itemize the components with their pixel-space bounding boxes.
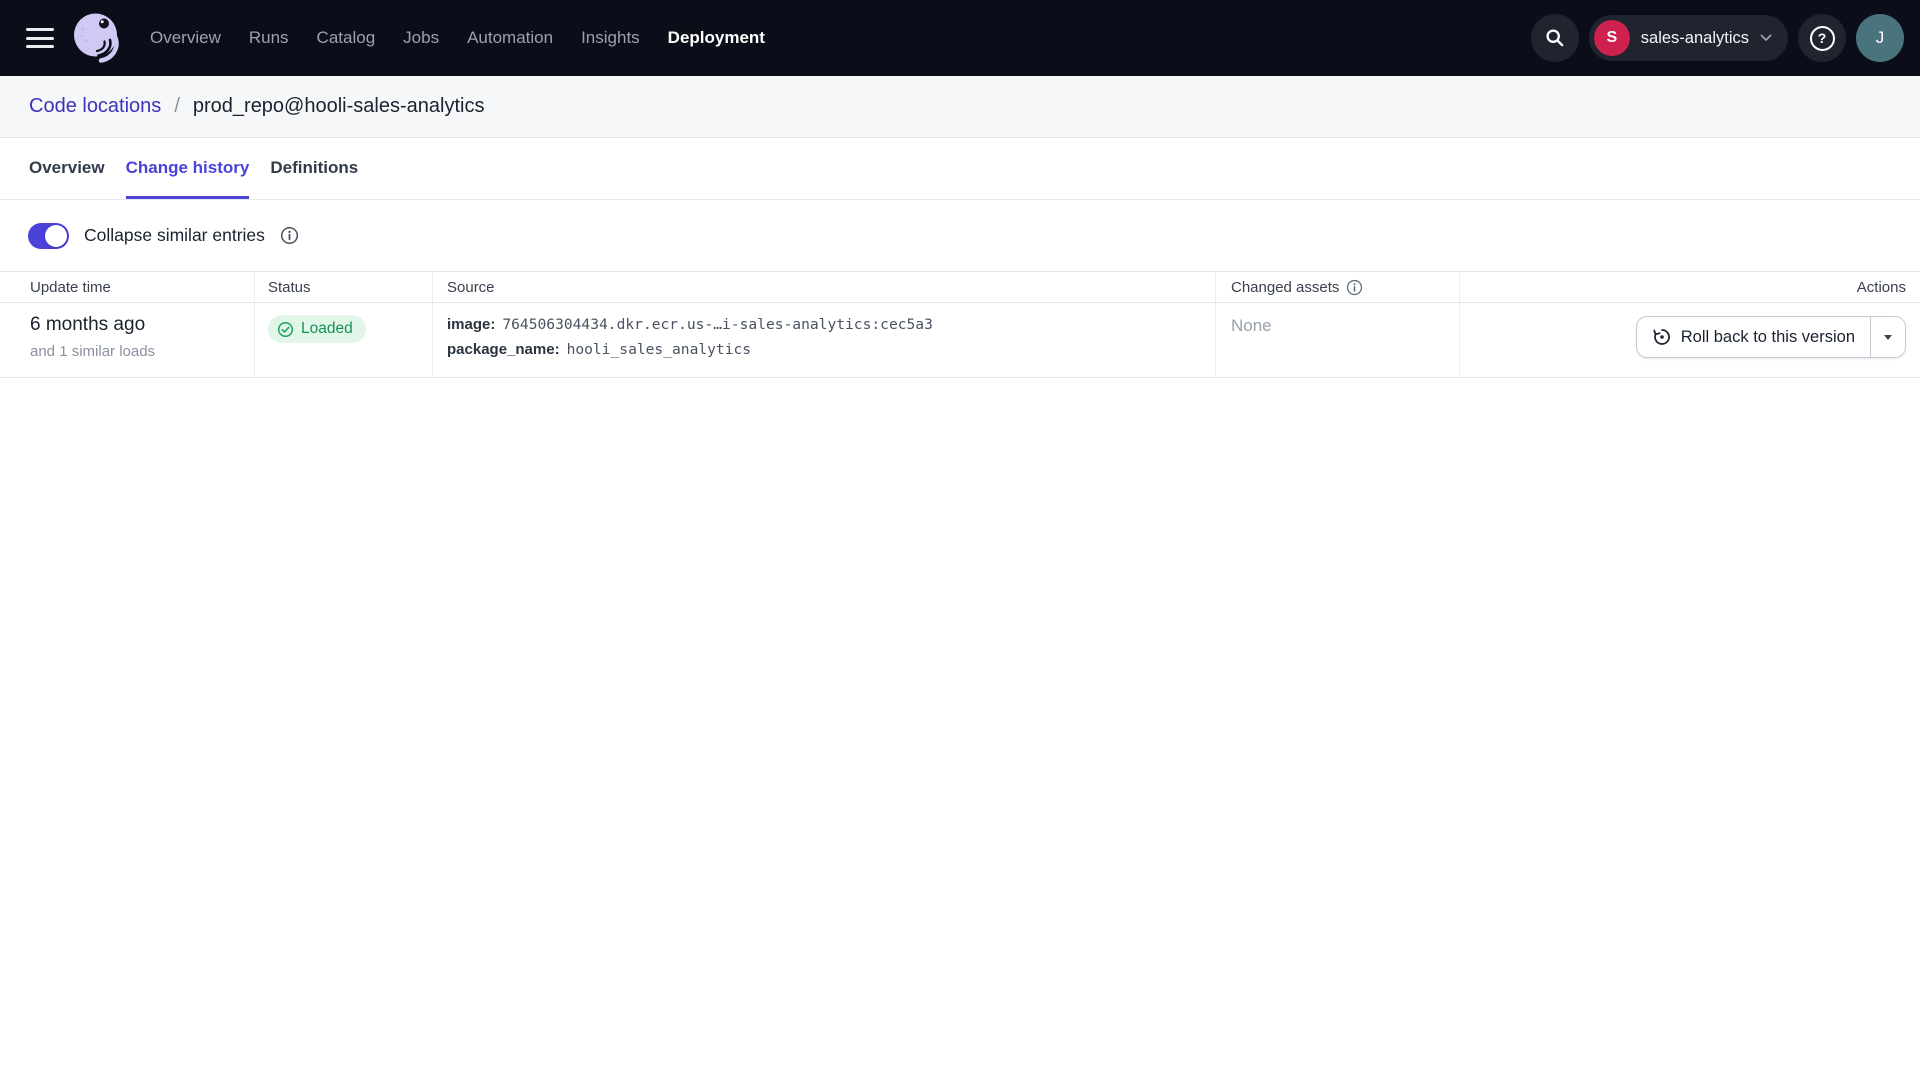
rollback-button-label: Roll back to this version (1681, 328, 1855, 347)
nav-item-insights[interactable]: Insights (581, 28, 640, 48)
changed-assets-value: None (1231, 316, 1272, 336)
tab-change-history[interactable]: Change history (126, 138, 250, 199)
source-image-label: image: (447, 312, 495, 337)
menu-icon[interactable] (26, 28, 54, 48)
breadcrumb: Code locations / prod_repo@hooli-sales-a… (0, 76, 1920, 138)
page-title: prod_repo@hooli-sales-analytics (193, 95, 485, 118)
question-mark-icon: ? (1810, 26, 1835, 51)
nav-links: Overview Runs Catalog Jobs Automation In… (150, 28, 765, 48)
table-row: 6 months ago and 1 similar loads Loaded … (0, 303, 1920, 378)
source-package-label: package_name: (447, 337, 560, 362)
org-name: sales-analytics (1641, 29, 1749, 48)
table-header: Update time Status Source Changed assets… (0, 271, 1920, 303)
org-switcher[interactable]: S sales-analytics (1589, 15, 1788, 61)
org-avatar: S (1594, 20, 1630, 56)
search-button[interactable] (1531, 14, 1579, 62)
info-icon[interactable] (280, 226, 299, 245)
column-header-update-time: Update time (0, 272, 255, 302)
column-header-actions: Actions (1460, 272, 1920, 302)
breadcrumb-separator: / (174, 95, 180, 118)
top-navbar: Overview Runs Catalog Jobs Automation In… (0, 0, 1920, 76)
source-package-value: hooli_sales_analytics (567, 337, 752, 362)
actions-cell: Roll back to this version (1460, 303, 1920, 377)
similar-loads-note: and 1 similar loads (30, 343, 155, 360)
status-badge: Loaded (268, 315, 366, 343)
breadcrumb-code-locations-link[interactable]: Code locations (29, 95, 161, 118)
change-history-table: Update time Status Source Changed assets… (0, 271, 1920, 378)
collapse-similar-entries-toggle[interactable] (28, 223, 69, 249)
navbar-right: S sales-analytics ? J (1531, 14, 1904, 62)
tab-overview[interactable]: Overview (29, 138, 105, 199)
column-header-status: Status (255, 272, 433, 302)
column-header-changed-assets: Changed assets (1216, 272, 1460, 302)
source-image-value: 764506304434.dkr.ecr.us-…i-sales-analyti… (502, 312, 933, 337)
status-label: Loaded (301, 320, 353, 338)
tab-definitions[interactable]: Definitions (270, 138, 358, 199)
caret-down-icon (1884, 335, 1892, 340)
nav-item-overview[interactable]: Overview (150, 28, 221, 48)
nav-item-jobs[interactable]: Jobs (403, 28, 439, 48)
changed-assets-cell: None (1216, 303, 1460, 377)
changed-assets-info-icon[interactable] (1346, 279, 1363, 296)
check-circle-icon (277, 321, 294, 338)
status-cell: Loaded (255, 303, 433, 377)
toggle-knob (45, 225, 67, 247)
tab-bar: Overview Change history Definitions (0, 138, 1920, 200)
rollback-button[interactable]: Roll back to this version (1637, 317, 1870, 357)
rollback-dropdown-button[interactable] (1870, 317, 1905, 357)
update-time-value: 6 months ago (30, 314, 145, 336)
nav-item-deployment[interactable]: Deployment (668, 28, 765, 48)
collapse-toggle-label: Collapse similar entries (84, 225, 265, 246)
rollback-split-button: Roll back to this version (1636, 316, 1906, 358)
rollback-icon (1652, 327, 1672, 347)
nav-item-catalog[interactable]: Catalog (317, 28, 376, 48)
dagster-logo-icon[interactable] (68, 9, 126, 67)
help-button[interactable]: ? (1798, 14, 1846, 62)
search-icon (1544, 27, 1566, 49)
source-cell: image: 764506304434.dkr.ecr.us-…i-sales-… (433, 303, 1216, 377)
user-avatar[interactable]: J (1856, 14, 1904, 62)
nav-item-automation[interactable]: Automation (467, 28, 553, 48)
column-header-source: Source (433, 272, 1216, 302)
update-time-cell: 6 months ago and 1 similar loads (0, 303, 255, 377)
nav-item-runs[interactable]: Runs (249, 28, 289, 48)
chevron-down-icon (1760, 34, 1772, 42)
controls-row: Collapse similar entries (0, 200, 1920, 271)
